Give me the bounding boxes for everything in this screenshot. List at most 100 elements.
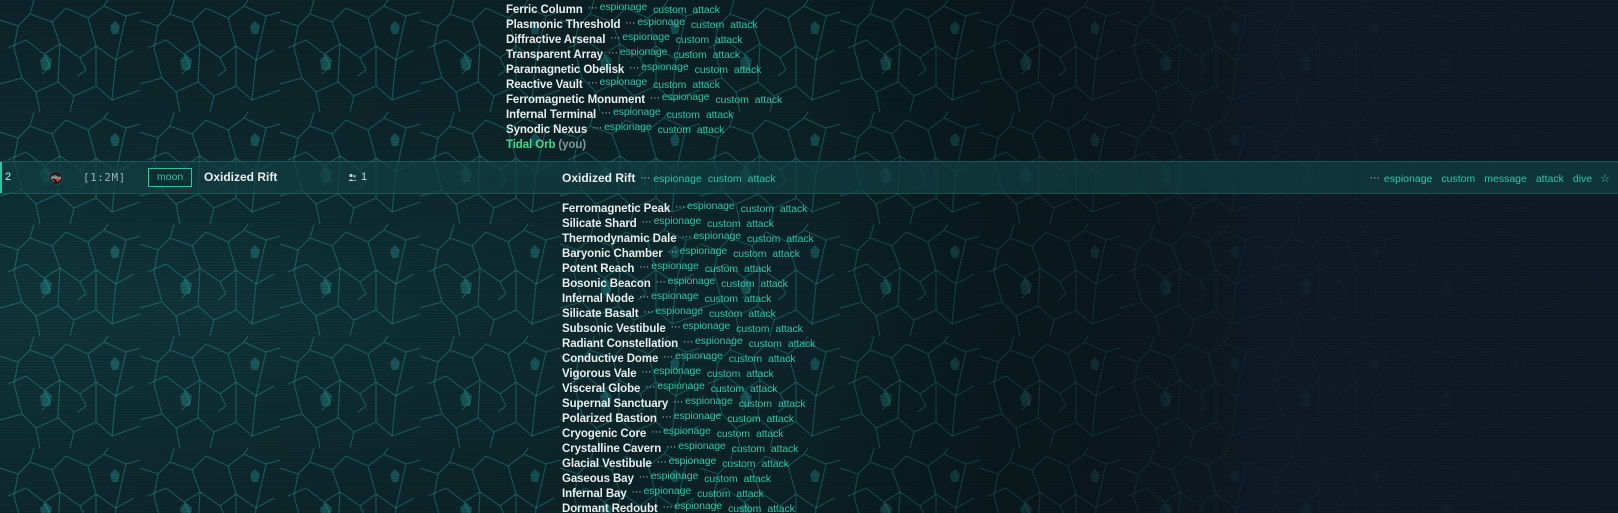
more-icon[interactable]: ⋯	[663, 502, 673, 513]
player-name[interactable]: Diffractive Arsenal	[506, 34, 605, 46]
player-name[interactable]: Conductive Dome	[562, 353, 658, 365]
player-name[interactable]: Plasmonic Threshold	[506, 19, 621, 31]
player-name[interactable]: Dormant Redoubt	[562, 503, 658, 513]
player-name[interactable]: Visceral Globe	[562, 383, 640, 395]
player-name[interactable]: Silicate Shard	[562, 218, 637, 230]
custom-link[interactable]: custom	[721, 278, 754, 290]
custom-link[interactable]: custom	[697, 488, 730, 500]
more-icon[interactable]: ⋯	[639, 472, 649, 483]
more-icon[interactable]: ⋯	[644, 307, 654, 318]
attack-link[interactable]: attack	[744, 263, 772, 275]
espionage-link[interactable]: espionage	[644, 485, 692, 497]
player-name[interactable]: Oxidized Rift	[562, 171, 635, 185]
more-icon[interactable]: ⋯	[639, 262, 649, 273]
player-name[interactable]: Polarized Bastion	[562, 413, 657, 425]
player-name[interactable]: Synodic Nexus	[506, 124, 587, 136]
player-name[interactable]: Ferric Column	[506, 4, 583, 16]
more-icon[interactable]: ⋯	[625, 18, 635, 29]
espionage-link[interactable]: espionage	[685, 395, 733, 407]
custom-link[interactable]: custom	[707, 218, 740, 230]
custom-link[interactable]: custom	[717, 428, 750, 440]
more-icon[interactable]: ⋯	[588, 78, 598, 89]
more-icon[interactable]: ⋯	[650, 93, 660, 104]
custom-link[interactable]: custom	[695, 64, 728, 76]
attack-link[interactable]: attack	[715, 34, 743, 46]
player-name[interactable]: Baryonic Chamber	[562, 248, 663, 260]
attack-link[interactable]: attack	[775, 323, 803, 335]
attack-link[interactable]: attack	[772, 248, 800, 260]
espionage-link[interactable]: espionage	[604, 121, 652, 133]
espionage-link[interactable]: espionage	[653, 365, 701, 377]
espionage-link[interactable]: espionage	[668, 275, 716, 287]
attack-action[interactable]: attack	[1536, 173, 1564, 185]
attack-link[interactable]: attack	[697, 124, 725, 136]
custom-link[interactable]: custom	[658, 124, 691, 136]
player-name[interactable]: Crystalline Cavern	[562, 443, 661, 455]
espionage-link[interactable]: espionage	[651, 290, 699, 302]
custom-link[interactable]: custom	[728, 503, 761, 513]
custom-link[interactable]: custom	[715, 94, 748, 106]
espionage-link[interactable]: espionage	[687, 200, 735, 212]
attack-link[interactable]: attack	[771, 443, 799, 455]
espionage-link[interactable]: espionage	[637, 16, 685, 28]
more-icon[interactable]: ⋯	[642, 217, 652, 228]
custom-link[interactable]: custom	[707, 368, 740, 380]
espionage-link[interactable]: espionage	[613, 106, 661, 118]
player-name[interactable]: Supernal Sanctuary	[562, 398, 668, 410]
moon-button[interactable]: moon	[148, 168, 193, 187]
custom-link[interactable]: custom	[673, 49, 706, 61]
attack-link[interactable]: attack	[748, 173, 776, 185]
custom-link[interactable]: custom	[733, 248, 766, 260]
espionage-link[interactable]: espionage	[641, 61, 689, 73]
self-player-name[interactable]: Tidal Orb	[506, 139, 555, 151]
player-name[interactable]: Ferromagnetic Peak	[562, 203, 670, 215]
custom-link[interactable]: custom	[727, 413, 760, 425]
player-name[interactable]: Transparent Array	[506, 49, 603, 61]
player-name[interactable]: Vigorous Vale	[562, 368, 637, 380]
espionage-link[interactable]: espionage	[675, 350, 723, 362]
star-icon[interactable]: ☆	[1600, 173, 1610, 185]
more-icon[interactable]: ⋯	[645, 382, 655, 393]
attack-link[interactable]: attack	[692, 4, 720, 16]
more-icon[interactable]: ⋯	[668, 247, 678, 258]
espionage-link[interactable]: espionage	[620, 46, 668, 58]
espionage-link[interactable]: espionage	[654, 215, 702, 227]
attack-link[interactable]: attack	[706, 109, 734, 121]
player-name[interactable]: Infernal Bay	[562, 488, 627, 500]
custom-link[interactable]: custom	[747, 233, 780, 245]
more-icon[interactable]: ⋯	[608, 48, 618, 59]
custom-link[interactable]: custom	[676, 34, 709, 46]
more-icon[interactable]: ⋯	[610, 33, 620, 44]
more-icon[interactable]: ⋯	[639, 292, 649, 303]
player-name[interactable]: Ferromagnetic Monument	[506, 94, 645, 106]
custom-link[interactable]: custom	[705, 263, 738, 275]
espionage-link[interactable]: espionage	[653, 173, 701, 185]
espionage-link[interactable]: espionage	[678, 440, 726, 452]
player-name[interactable]: Radiant Constellation	[562, 338, 678, 350]
player-name[interactable]: Potent Reach	[562, 263, 634, 275]
player-name[interactable]: Infernal Node	[562, 293, 634, 305]
espionage-link[interactable]: espionage	[674, 410, 722, 422]
more-icon[interactable]: ⋯	[663, 352, 673, 363]
more-icon[interactable]: ⋯	[632, 487, 642, 498]
custom-link[interactable]: custom	[711, 383, 744, 395]
player-name[interactable]: Glacial Vestibule	[562, 458, 652, 470]
custom-link[interactable]: custom	[708, 173, 742, 185]
attack-link[interactable]: attack	[746, 218, 774, 230]
espionage-link[interactable]: espionage	[651, 470, 699, 482]
custom-link[interactable]: custom	[709, 308, 742, 320]
espionage-link[interactable]: espionage	[655, 305, 703, 317]
espionage-link[interactable]: espionage	[662, 91, 710, 103]
attack-link[interactable]: attack	[755, 94, 783, 106]
espionage-link[interactable]: espionage	[680, 245, 728, 257]
player-name[interactable]: Gaseous Bay	[562, 473, 634, 485]
custom-link[interactable]: custom	[653, 4, 686, 16]
espionage-link[interactable]: espionage	[669, 455, 717, 467]
more-icon[interactable]: ⋯	[1370, 173, 1380, 184]
player-name[interactable]: Cryogenic Core	[562, 428, 646, 440]
custom-link[interactable]: custom	[722, 458, 755, 470]
attack-link[interactable]: attack	[767, 413, 795, 425]
attack-link[interactable]: attack	[736, 488, 764, 500]
custom-link[interactable]: custom	[736, 323, 769, 335]
custom-link[interactable]: custom	[739, 398, 772, 410]
